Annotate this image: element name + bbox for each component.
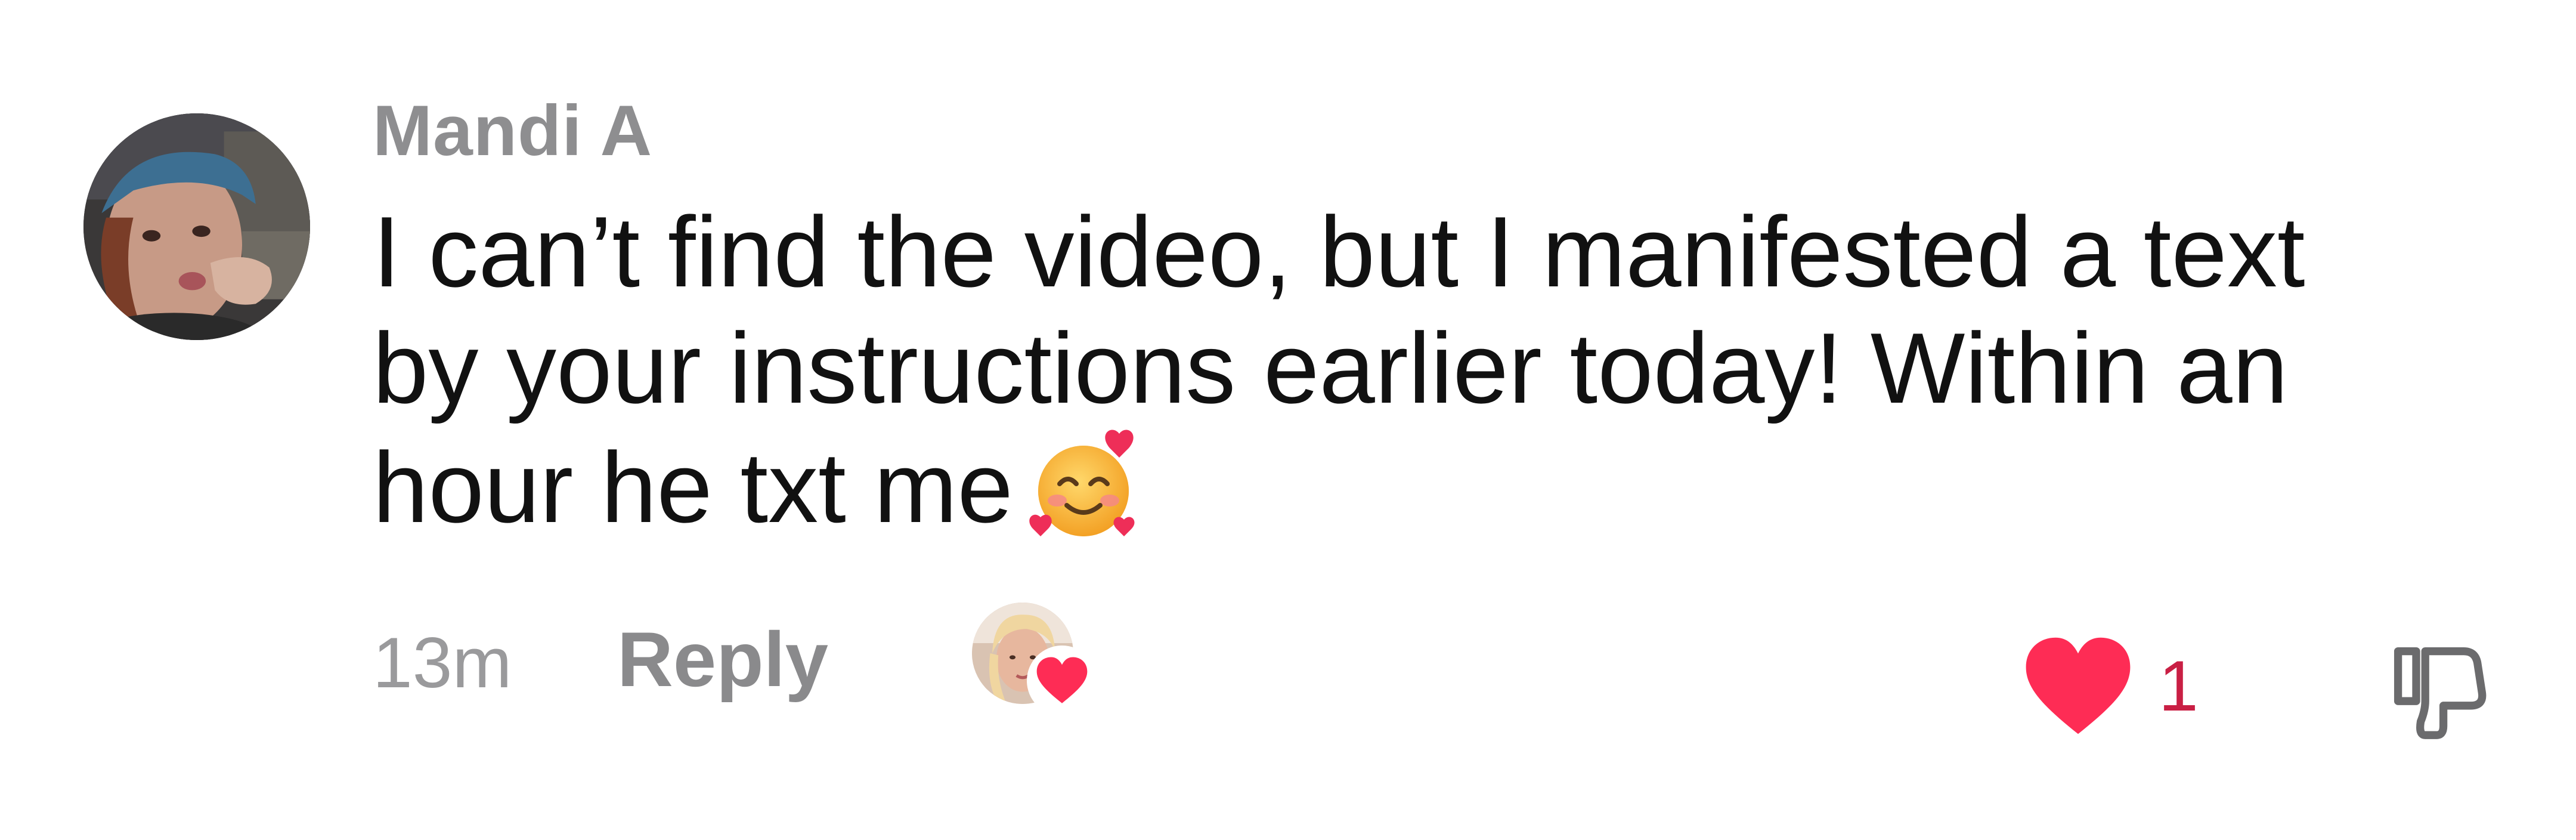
comment-text-line: by your instructions earlier today! With… — [373, 312, 2289, 424]
comment-timestamp: 13m — [373, 623, 512, 703]
like-count: 1 — [2159, 646, 2199, 726]
avatar-image — [83, 113, 310, 340]
heart-icon — [1027, 646, 1097, 716]
heart-icon[interactable] — [2021, 634, 2135, 739]
dislike-button[interactable] — [2382, 635, 2496, 749]
comment-item: Mandi A I can’t find the video, but I ma… — [0, 0, 2576, 840]
like-button[interactable]: 1 — [2021, 629, 2199, 743]
commenter-avatar[interactable] — [83, 113, 310, 340]
reply-button[interactable]: Reply — [617, 614, 828, 704]
liked-by-creator-badge — [972, 603, 1097, 722]
commenter-username[interactable]: Mandi A — [373, 89, 652, 172]
comment-text-line: hour he txt me — [373, 427, 2519, 546]
comment-text-line: I can’t find the video, but I manifested… — [373, 196, 2305, 308]
thumbs-down-icon[interactable] — [2382, 635, 2496, 749]
comment-text-segment: hour he txt me — [373, 431, 1013, 543]
next-comment-preview — [537, 823, 1073, 840]
smiling-face-with-hearts-icon — [1026, 427, 1145, 546]
comment-text: I can’t find the video, but I manifested… — [373, 194, 2519, 546]
